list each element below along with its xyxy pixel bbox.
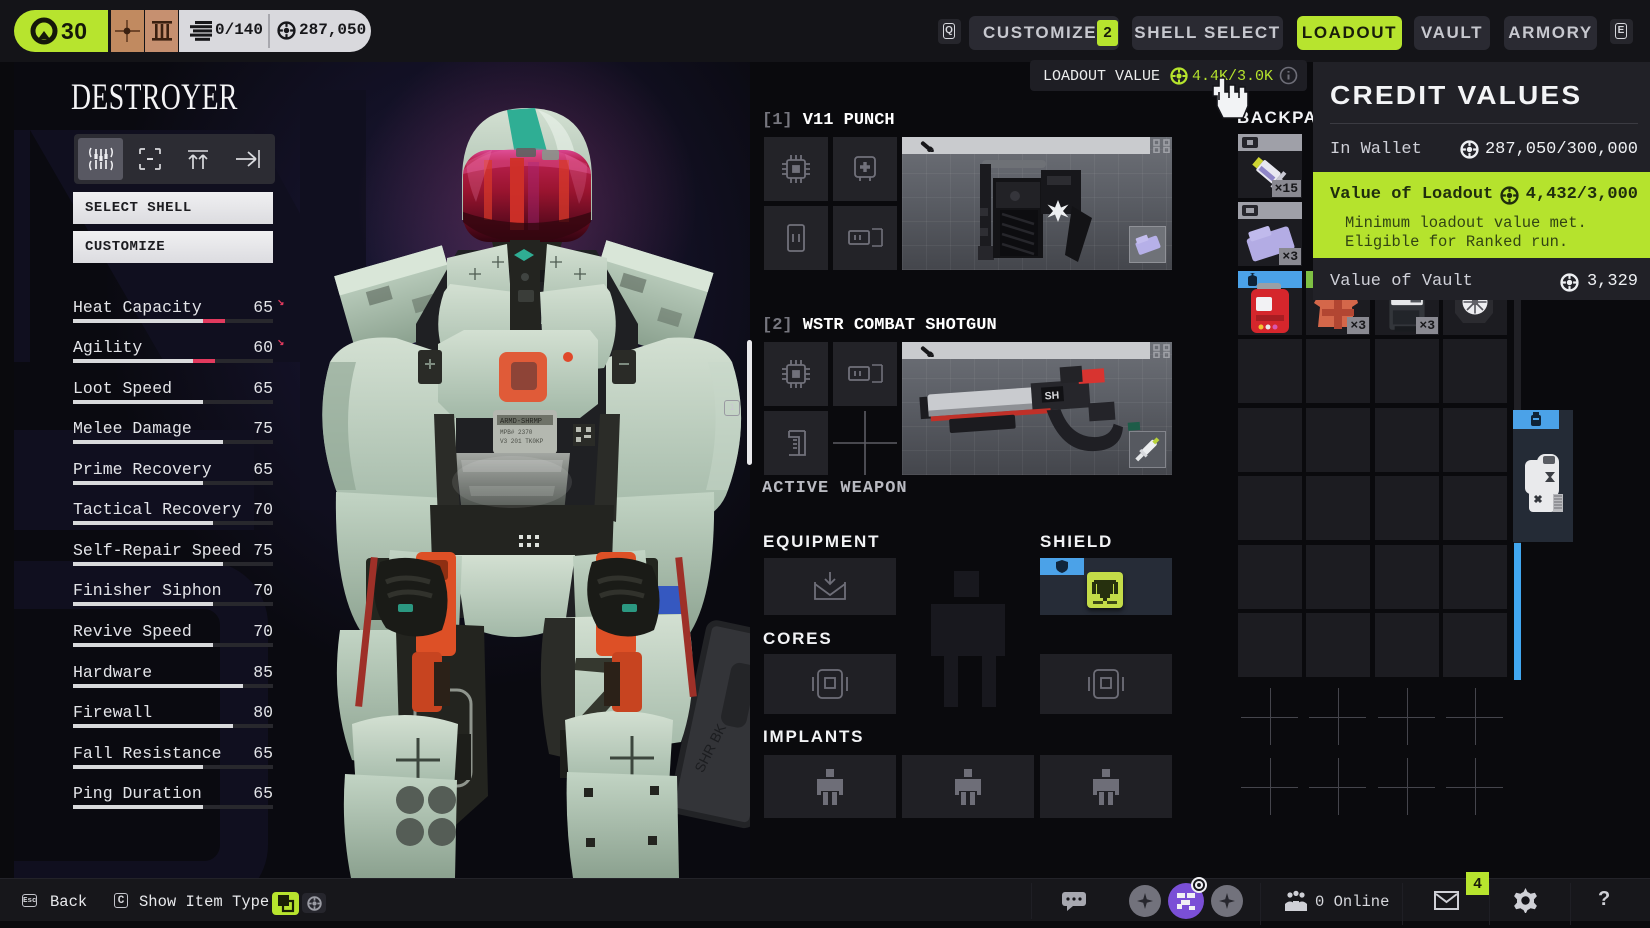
svg-text:V3 201 TK0KP: V3 201 TK0KP: [500, 438, 544, 445]
svg-text:ARMD-SHRMP: ARMD-SHRMP: [500, 418, 542, 426]
svg-text:MPB# 2370: MPB# 2370: [500, 429, 533, 436]
svg-text:SH: SH: [1044, 389, 1059, 402]
